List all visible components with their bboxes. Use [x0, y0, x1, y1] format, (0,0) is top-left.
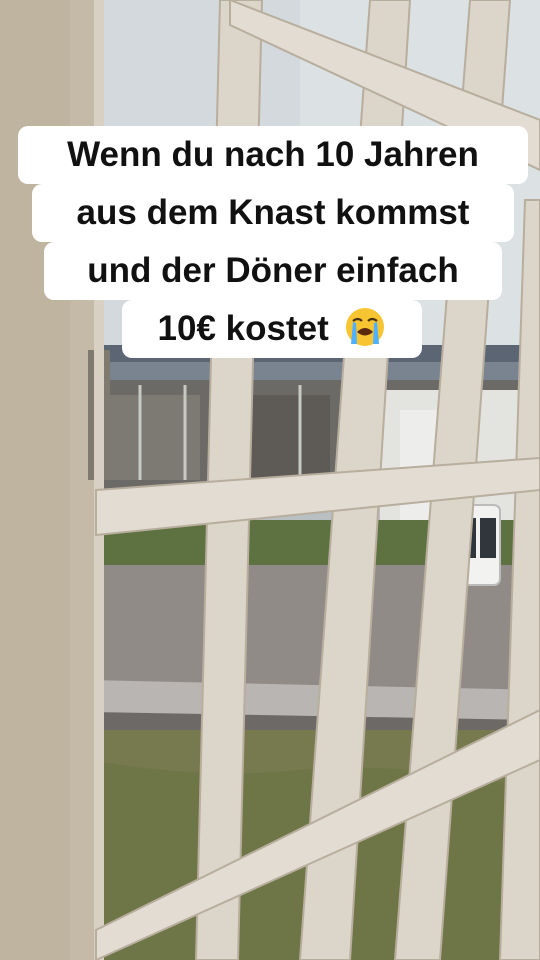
caption-line-2: aus dem Knast kommst	[32, 184, 514, 242]
caption-line-3: und der Döner einfach	[44, 242, 502, 300]
caption-line-1: Wenn du nach 10 Jahren	[18, 126, 528, 184]
caption-text-3: und der Döner einfach	[87, 251, 459, 290]
caption-text-2: aus dem Knast kommst	[76, 193, 470, 232]
caption-line-4: 10€ kostet	[122, 300, 422, 358]
caption-text-1: Wenn du nach 10 Jahren	[67, 135, 479, 174]
loudly-crying-face-icon	[346, 308, 385, 346]
caption-text-4: 10€ kostet	[157, 309, 329, 348]
